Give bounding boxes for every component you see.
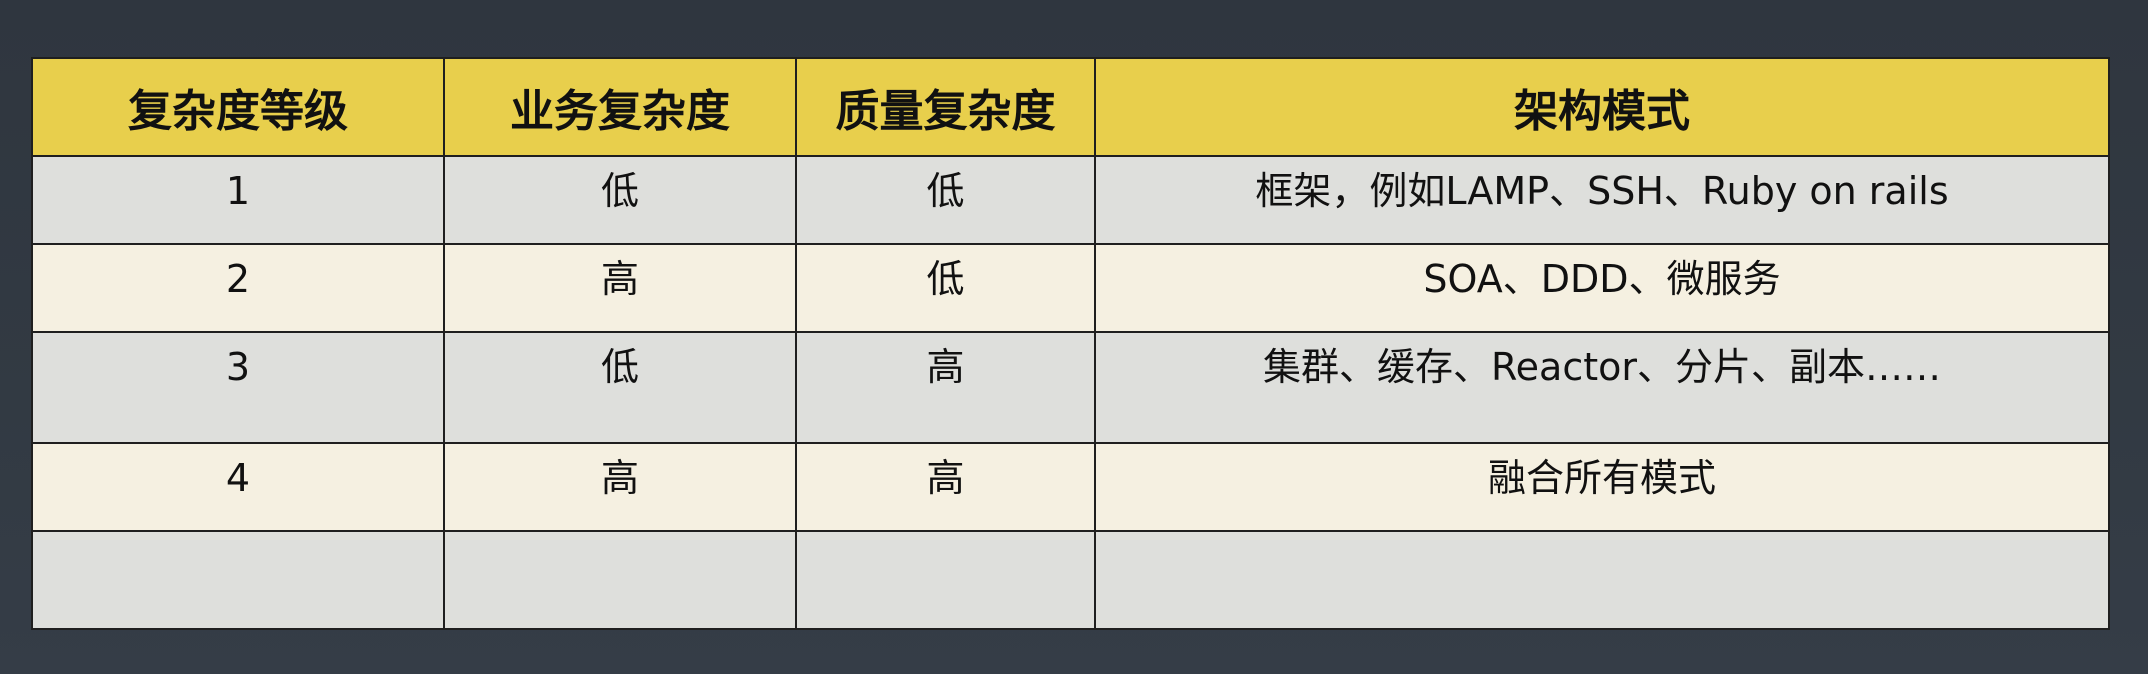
cell-business [443,530,797,630]
header-business-complexity: 业务复杂度 [443,57,797,157]
cell-pattern: 集群、缓存、Reactor、分片、副本…… [1094,331,2110,444]
cell-pattern: 融合所有模式 [1094,442,2110,532]
cell-business: 低 [443,331,797,444]
cell-pattern: SOA、DDD、微服务 [1094,243,2110,333]
cell-quality: 低 [795,243,1096,333]
cell-business: 低 [443,155,797,245]
complexity-table-container: 复杂度等级 业务复杂度 质量复杂度 架构模式 1 低 低 框架，例如LAMP、S… [31,57,2110,630]
header-quality-complexity: 质量复杂度 [795,57,1096,157]
table-row: 3 低 高 集群、缓存、Reactor、分片、副本…… [31,331,2110,444]
table-row [31,530,2110,630]
cell-business: 高 [443,442,797,532]
table-header-row: 复杂度等级 业务复杂度 质量复杂度 架构模式 [31,57,2110,157]
cell-level: 2 [31,243,445,333]
complexity-table: 复杂度等级 业务复杂度 质量复杂度 架构模式 1 低 低 框架，例如LAMP、S… [31,57,2110,630]
header-complexity-level: 复杂度等级 [31,57,445,157]
cell-level: 3 [31,331,445,444]
cell-level: 1 [31,155,445,245]
cell-quality [795,530,1096,630]
cell-level [31,530,445,630]
table-row: 4 高 高 融合所有模式 [31,442,2110,532]
cell-quality: 高 [795,331,1096,444]
cell-level: 4 [31,442,445,532]
cell-quality: 高 [795,442,1096,532]
cell-pattern [1094,530,2110,630]
cell-pattern: 框架，例如LAMP、SSH、Ruby on rails [1094,155,2110,245]
cell-quality: 低 [795,155,1096,245]
table-row: 2 高 低 SOA、DDD、微服务 [31,243,2110,333]
cell-business: 高 [443,243,797,333]
table-row: 1 低 低 框架，例如LAMP、SSH、Ruby on rails [31,155,2110,245]
header-architecture-pattern: 架构模式 [1094,57,2110,157]
